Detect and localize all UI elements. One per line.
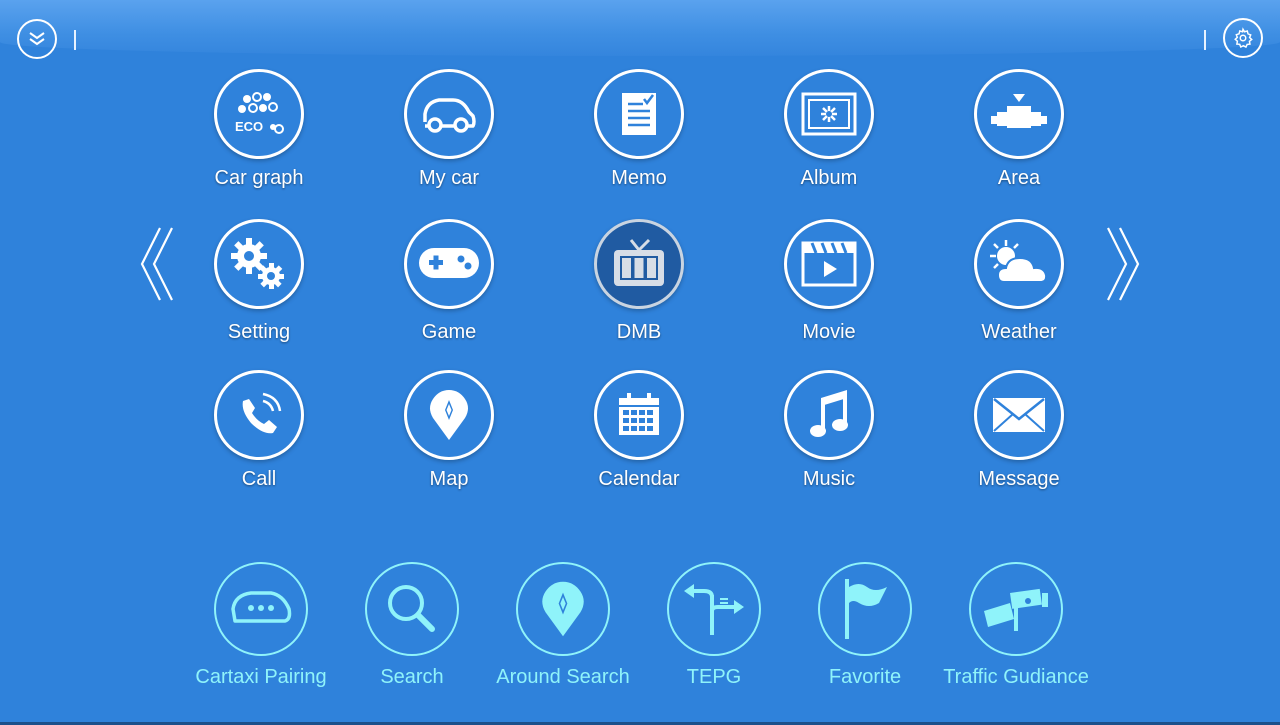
settings-button[interactable] <box>1223 18 1263 58</box>
traffic-camera-icon <box>984 588 1048 631</box>
search-circle <box>365 562 459 656</box>
app-message[interactable]: Message <box>939 370 1099 510</box>
app-game[interactable]: Game <box>369 219 529 359</box>
app-label: Music <box>802 468 856 490</box>
divider <box>74 30 76 50</box>
favorite-circle <box>818 562 912 656</box>
app-music[interactable]: Music <box>749 370 909 510</box>
app-memo[interactable]: Memo <box>559 69 719 209</box>
app-label: Weather <box>981 321 1057 343</box>
app-weather[interactable]: Weather <box>939 219 1099 359</box>
around-search-circle <box>516 562 610 656</box>
app-label: Area <box>997 167 1041 189</box>
cartaxi-circle <box>214 562 308 656</box>
app-calendar[interactable]: Calendar <box>559 370 719 510</box>
app-label: Album <box>800 167 858 189</box>
music-note-icon <box>810 390 848 437</box>
app-label: Map <box>429 468 469 490</box>
tepg-circle <box>667 562 761 656</box>
app-area[interactable]: Area <box>939 69 1099 209</box>
app-label: Setting <box>227 321 291 343</box>
car-outline-icon <box>423 98 476 133</box>
app-setting[interactable]: Setting <box>179 219 339 359</box>
app-album[interactable]: Album <box>749 69 909 209</box>
eco-icon: ECO <box>235 92 284 134</box>
flag-icon <box>845 579 887 639</box>
map-circle <box>404 370 494 460</box>
app-label: Car graph <box>214 167 304 189</box>
gamepad-icon <box>419 248 479 278</box>
magnifier-icon <box>388 585 435 632</box>
weather-circle <box>974 219 1064 309</box>
car-graph-circle: ECO <box>214 69 304 159</box>
double-chevron-down-icon <box>29 32 45 46</box>
app-dmb[interactable]: DMB <box>559 219 719 359</box>
album-circle <box>784 69 874 159</box>
game-circle <box>404 219 494 309</box>
pin-compass-icon <box>542 581 584 637</box>
quick-label: Traffic Gudiance <box>943 666 1089 688</box>
album-icon <box>801 92 857 136</box>
clapperboard-icon <box>801 241 857 287</box>
calendar-icon <box>619 393 659 435</box>
divider <box>1204 30 1206 50</box>
app-label: Movie <box>802 321 856 343</box>
gears-icon <box>231 238 284 289</box>
calendar-circle <box>594 370 684 460</box>
app-call[interactable]: Call <box>179 370 339 510</box>
app-my-car[interactable]: My car <box>369 69 529 209</box>
memo-circle <box>594 69 684 159</box>
setting-circle <box>214 219 304 309</box>
app-label: Message <box>978 468 1060 490</box>
area-icon <box>991 94 1047 128</box>
svg-text:ECO: ECO <box>235 119 263 134</box>
app-car-graph[interactable]: ECO Car graph <box>179 69 339 209</box>
music-circle <box>784 370 874 460</box>
area-circle <box>974 69 1064 159</box>
chevron-left-icon[interactable] <box>138 226 174 302</box>
car-chat-icon <box>231 591 292 623</box>
top-bar <box>0 0 1280 56</box>
message-circle <box>974 370 1064 460</box>
movie-circle <box>784 219 874 309</box>
app-label: Game <box>421 321 477 343</box>
app-movie[interactable]: Movie <box>749 219 909 359</box>
app-label: DMB <box>616 321 662 343</box>
map-pin-icon <box>430 390 468 440</box>
app-label: Calendar <box>598 468 680 490</box>
tv-icon <box>614 238 664 286</box>
my-car-circle <box>404 69 494 159</box>
traffic-circle <box>969 562 1063 656</box>
app-label: Memo <box>611 167 667 189</box>
gear-icon <box>1234 27 1253 49</box>
call-circle <box>214 370 304 460</box>
route-signs-icon <box>684 584 744 635</box>
app-label: My car <box>419 167 479 189</box>
phone-icon <box>242 392 282 434</box>
quick-traffic-guidance[interactable]: Traffic Gudiance <box>926 562 1106 702</box>
app-label: Call <box>241 468 277 490</box>
envelope-icon <box>993 398 1045 432</box>
dmb-circle <box>594 219 684 309</box>
weather-icon <box>990 240 1048 283</box>
memo-icon <box>622 93 656 135</box>
app-map[interactable]: Map <box>369 370 529 510</box>
expand-button[interactable] <box>17 19 57 59</box>
chevron-right-icon[interactable] <box>1106 226 1142 302</box>
